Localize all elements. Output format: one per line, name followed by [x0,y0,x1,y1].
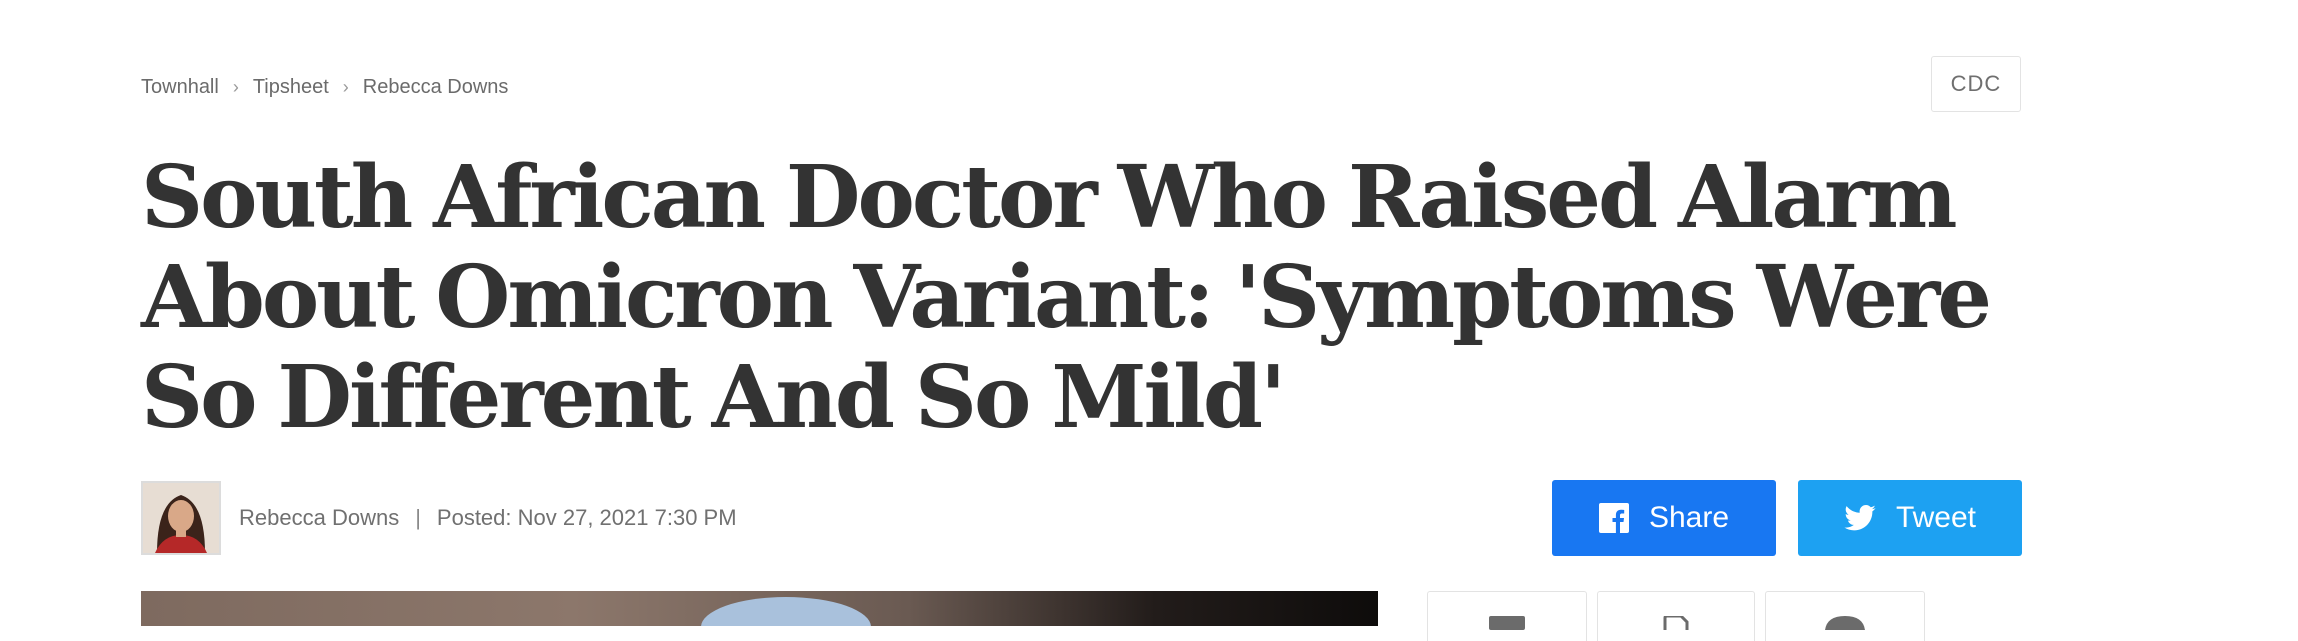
author-avatar[interactable] [141,481,221,555]
comment-tool-button[interactable] [1765,591,1925,641]
facebook-share-button[interactable]: Share [1552,480,1776,556]
breadcrumb-separator: › [232,76,239,97]
tag-cdc[interactable]: CDC [1931,56,2021,112]
facebook-icon [1598,503,1629,533]
twitter-tweet-button[interactable]: Tweet [1798,480,2022,556]
facebook-share-label: Share [1648,501,1730,534]
breadcrumb: Townhall › Tipsheet › Rebecca Downs [141,72,508,102]
document-tool-button[interactable] [1597,591,1755,641]
byline-divider: | [415,505,421,530]
hero-image-detail [701,597,871,626]
author-name[interactable]: Rebecca Downs [239,505,399,531]
breadcrumb-tipsheet[interactable]: Tipsheet [253,76,329,99]
twitter-icon [1844,505,1876,531]
breadcrumb-townhall[interactable]: Townhall [141,76,219,99]
article-hero-image [141,591,1378,626]
posted-date: Posted: Nov 27, 2021 7:30 PM [436,505,737,530]
breadcrumb-author[interactable]: Rebecca Downs [363,76,509,99]
archive-tool-button[interactable] [1427,591,1587,641]
article-title: South African Doctor Who Raised Alarm Ab… [141,147,1992,448]
twitter-tweet-label: Tweet [1895,501,1977,534]
byline: Rebecca Downs | Posted: Nov 27, 2021 7:3… [141,480,737,556]
breadcrumb-separator: › [342,76,349,97]
